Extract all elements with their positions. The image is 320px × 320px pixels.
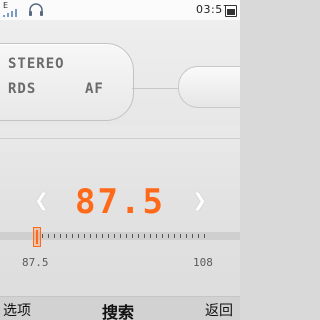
- header-connector-line: [132, 88, 178, 89]
- tuner-scale-ticks: [42, 234, 207, 238]
- tune-up-arrow-icon[interactable]: ❯: [192, 190, 207, 211]
- back-softkey[interactable]: 返回: [205, 300, 233, 320]
- scale-min-label: 87.5: [22, 256, 49, 269]
- scale-max-label: 108: [193, 256, 213, 269]
- signal-icon: [3, 9, 21, 17]
- frequency-value: 87.5: [75, 182, 165, 222]
- right-lens-decoration: [178, 66, 240, 108]
- stereo-indicator: STEREO: [8, 56, 65, 72]
- headphones-icon: [29, 3, 43, 16]
- frequency-display: 87.5: [60, 178, 180, 226]
- tune-down-arrow-icon[interactable]: ❮: [34, 190, 49, 211]
- fm-radio-screen: E 03:57 STEREO RDS AF ❮ 87.5 ❯ 87.5 108 …: [0, 0, 240, 320]
- battery-icon: [225, 5, 237, 17]
- options-softkey[interactable]: 选项: [3, 300, 31, 320]
- rds-indicator: RDS: [8, 81, 37, 97]
- af-indicator: AF: [85, 81, 104, 97]
- status-bar: E 03:57: [0, 0, 240, 21]
- search-softkey[interactable]: 搜索: [102, 299, 134, 320]
- tuner-marker[interactable]: [33, 227, 41, 247]
- softkey-bar: 选项 搜索 返回: [0, 296, 240, 320]
- section-divider: [0, 138, 240, 139]
